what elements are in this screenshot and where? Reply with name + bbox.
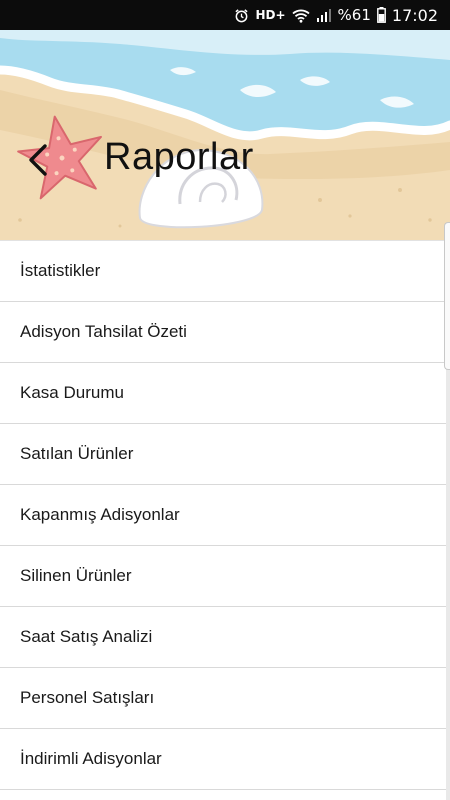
list-item-label: Saat Satış Analizi: [20, 627, 153, 646]
page-title: Raporlar: [104, 136, 254, 178]
clock: 17:02: [391, 5, 438, 25]
list-item-label: Kasa Durumu: [20, 383, 124, 402]
wifi-icon: [291, 8, 310, 23]
status-bar: HD+ %61 17:02: [0, 0, 450, 30]
list-item-label: İndirimli Adisyonlar: [20, 749, 162, 768]
header: Raporlar: [0, 30, 450, 240]
list-item-label: Silinen Ürünler: [20, 566, 132, 585]
list-item-label: Satılan Ürünler: [20, 444, 134, 463]
list-item-saat-satis-analizi[interactable]: Saat Satış Analizi: [0, 607, 446, 668]
list-item-istatistikler[interactable]: İstatistikler: [0, 240, 446, 302]
list-item-kapanmis-adisyonlar[interactable]: Kapanmış Adisyonlar: [0, 485, 446, 546]
list-item-indirimli-adisyonlar[interactable]: İndirimli Adisyonlar: [0, 729, 446, 790]
battery-icon: [376, 7, 386, 23]
list-item-label: Adisyon Tahsilat Özeti: [20, 322, 187, 341]
alarm-icon: [234, 8, 249, 23]
list-item-label: Personel Satışları: [20, 688, 155, 707]
list-item-label: İstatistikler: [20, 261, 101, 280]
back-button[interactable]: [22, 140, 54, 184]
reports-list: İstatistikler Adisyon Tahsilat Özeti Kas…: [0, 240, 446, 800]
chevron-left-icon: [27, 143, 49, 182]
list-item-silinen-urunler[interactable]: Silinen Ürünler: [0, 546, 446, 607]
beach-illustration: [0, 30, 450, 240]
list-item-satilan-urunler[interactable]: Satılan Ürünler: [0, 424, 446, 485]
battery-percent: %61: [337, 6, 371, 24]
list-item-label: Kapanmış Adisyonlar: [20, 505, 180, 524]
hd-indicator: HD+: [255, 8, 286, 22]
list-item-personel-satislari[interactable]: Personel Satışları: [0, 668, 446, 729]
list-item-adisyon-tahsilat-ozeti[interactable]: Adisyon Tahsilat Özeti: [0, 302, 446, 363]
list-item-kasa-durumu[interactable]: Kasa Durumu: [0, 363, 446, 424]
signal-icon: [316, 8, 332, 22]
scrollbar[interactable]: [444, 222, 450, 370]
